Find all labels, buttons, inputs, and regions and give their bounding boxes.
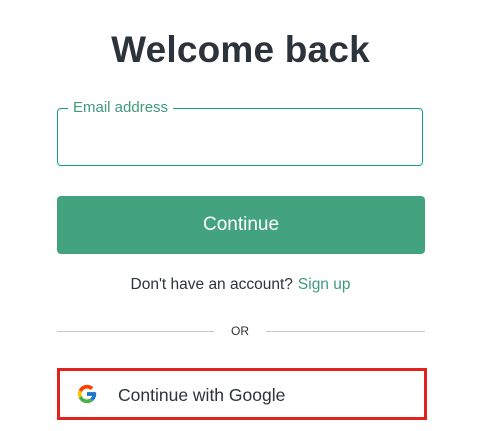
email-field-label: Email address <box>68 99 174 117</box>
google-button-label: Continue with Google <box>118 385 286 405</box>
google-icon <box>77 384 97 404</box>
login-page: Welcome back Email address Continue Don'… <box>0 0 481 431</box>
signup-row: Don't have an account? Sign up <box>0 275 481 295</box>
signup-prompt: Don't have an account? <box>130 276 293 293</box>
divider-line-left <box>57 331 214 332</box>
email-field[interactable] <box>72 125 412 155</box>
continue-button[interactable]: Continue <box>57 196 425 254</box>
continue-with-google-button[interactable]: Continue with Google <box>57 368 427 420</box>
or-divider: OR <box>57 322 425 340</box>
divider-text: OR <box>231 324 249 338</box>
continue-button-label: Continue <box>202 214 280 235</box>
divider-line-right <box>266 331 425 332</box>
email-field-container[interactable]: Email address <box>57 99 423 166</box>
page-title: Welcome back <box>111 29 370 70</box>
signup-link[interactable]: Sign up <box>298 276 351 293</box>
